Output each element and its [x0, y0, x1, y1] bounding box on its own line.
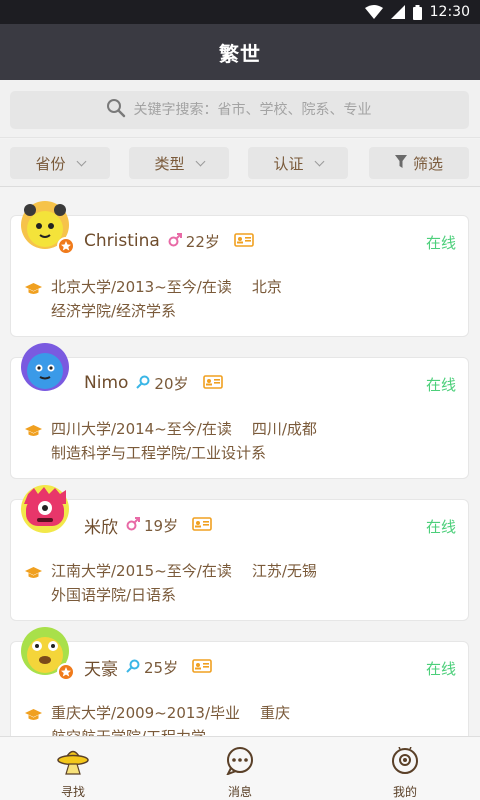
graduation-cap-icon	[25, 564, 42, 583]
id-card-icon	[192, 516, 212, 535]
school-info: 重庆大学/2009~2013/毕业	[51, 704, 241, 722]
user-header: Nimo 20岁	[84, 370, 223, 396]
user-header: Christina 22岁	[84, 228, 254, 254]
user-card[interactable]: 米欣 19岁 在线 江南大学/2015~至今/在读 江苏/无锡 外国语学院/日语系	[10, 499, 469, 621]
title-bar: 繁世	[0, 24, 480, 80]
id-card-icon	[234, 232, 254, 251]
tab-label: 我的	[392, 785, 417, 799]
avatar[interactable]	[20, 200, 74, 254]
search-area	[0, 80, 480, 138]
avatar[interactable]	[20, 484, 72, 536]
page-title: 繁世	[219, 41, 261, 66]
user-card[interactable]: 天豪 25岁 在线 重庆大学/2009~2013/毕业 重庆 航空航天学院/工程力…	[10, 641, 469, 736]
user-name: Christina	[84, 231, 160, 251]
filter-label: 认证	[273, 154, 304, 173]
user-header: 天豪 25岁	[84, 654, 212, 680]
filter-bar: 省份 类型 认证 筛选	[0, 139, 480, 187]
status-bar: 12:30	[0, 0, 480, 24]
chevron-down-icon	[195, 156, 205, 166]
user-age: 25岁	[144, 658, 179, 677]
female-icon	[136, 374, 150, 393]
department-info: 经济学院/经济学系	[51, 302, 177, 320]
signal-icon	[390, 5, 405, 19]
graduation-cap-icon	[25, 280, 42, 299]
department-info: 外国语学院/日语系	[51, 586, 177, 604]
chat-bubble-icon	[225, 747, 255, 779]
battery-icon	[412, 4, 422, 20]
user-age: 22岁	[185, 232, 220, 251]
funnel-icon	[394, 154, 407, 172]
male-icon	[168, 232, 182, 251]
school-line: 北京大学/2013~至今/在读 北京	[51, 276, 282, 297]
filter-label: 筛选	[412, 154, 443, 173]
filter-more-button[interactable]: 筛选	[369, 147, 469, 179]
tab-label: 寻找	[60, 785, 85, 799]
search-icon	[106, 98, 126, 122]
location: 四川/成都	[251, 420, 317, 438]
male-icon	[126, 516, 140, 535]
tab-label: 消息	[227, 785, 252, 799]
filter-province[interactable]: 省份	[10, 147, 110, 179]
department-info: 制造科学与工程学院/工业设计系	[51, 444, 267, 462]
user-age: 19岁	[144, 516, 179, 535]
graduation-cap-icon	[25, 706, 42, 725]
user-card[interactable]: Nimo 20岁 在线 四川大学/2014~至今/在读 四川/成都 制造科学与工程…	[10, 357, 469, 479]
bottom-tab-bar: 寻找 消息 我的	[0, 736, 480, 800]
female-icon	[126, 658, 140, 677]
online-status: 在线	[425, 376, 456, 394]
tab-find[interactable]: 寻找	[13, 737, 133, 800]
avatar[interactable]	[20, 342, 72, 394]
search-box[interactable]	[10, 91, 469, 129]
filter-verification[interactable]: 认证	[248, 147, 348, 179]
id-card-icon	[192, 658, 212, 677]
graduation-cap-icon	[25, 422, 42, 441]
department-info: 航空航天学院/工程力学	[51, 726, 206, 736]
online-status: 在线	[425, 518, 456, 536]
location: 江苏/无锡	[251, 562, 317, 580]
search-input[interactable]	[133, 102, 374, 118]
filter-label: 类型	[154, 154, 185, 173]
user-header: 米欣 19岁	[84, 512, 212, 538]
user-card[interactable]: Christina 22岁 在线 北京大学/2013~至今/在读 北京 经济学院/…	[10, 215, 469, 337]
clock: 12:30	[429, 4, 470, 20]
user-name: 天豪	[84, 659, 118, 680]
school-line: 重庆大学/2009~2013/毕业 重庆	[51, 702, 290, 723]
user-name: 米欣	[84, 517, 118, 538]
ufo-icon	[57, 747, 89, 779]
school-info: 四川大学/2014~至今/在读	[51, 420, 232, 438]
eye-face-icon	[390, 746, 420, 779]
school-line: 四川大学/2014~至今/在读 四川/成都	[51, 418, 317, 439]
filter-type[interactable]: 类型	[129, 147, 229, 179]
user-age: 20岁	[154, 374, 189, 393]
id-card-icon	[202, 374, 223, 393]
chevron-down-icon	[314, 156, 324, 166]
school-line: 江南大学/2015~至今/在读 江苏/无锡	[51, 560, 317, 581]
avatar[interactable]	[20, 626, 74, 680]
tab-profile[interactable]: 我的	[345, 737, 465, 800]
location: 重庆	[260, 704, 291, 722]
user-name: Nimo	[84, 373, 129, 393]
chevron-down-icon	[76, 156, 86, 166]
user-list: Christina 22岁 在线 北京大学/2013~至今/在读 北京 经济学院/…	[0, 188, 480, 736]
school-info: 北京大学/2013~至今/在读	[51, 278, 232, 296]
school-info: 江南大学/2015~至今/在读	[51, 562, 232, 580]
location: 北京	[251, 278, 282, 296]
wifi-icon	[364, 5, 383, 19]
tab-messages[interactable]: 消息	[180, 737, 300, 800]
online-status: 在线	[425, 660, 456, 678]
filter-label: 省份	[35, 154, 66, 173]
online-status: 在线	[425, 234, 456, 252]
